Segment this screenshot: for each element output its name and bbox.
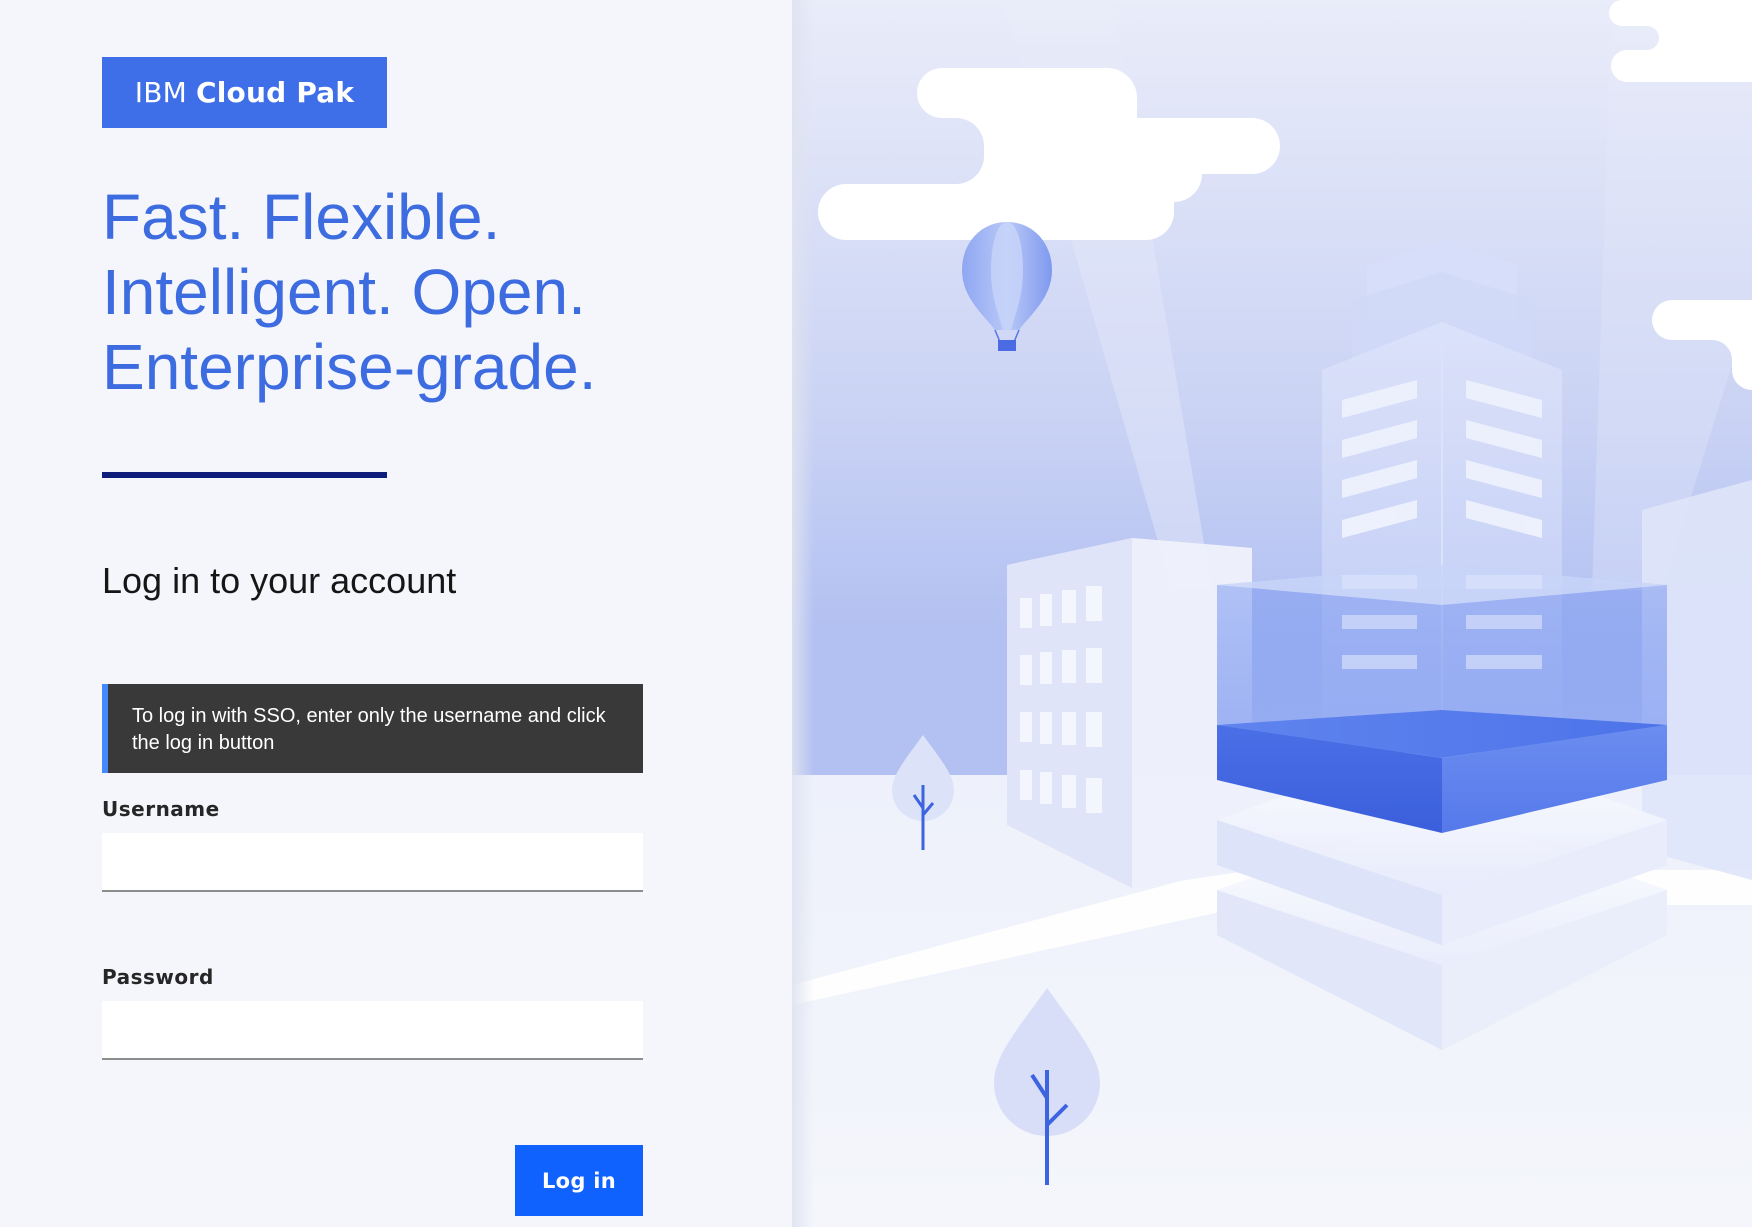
login-button[interactable]: Log in — [515, 1145, 643, 1216]
login-panel: IBM Cloud Pak Fast. Flexible. Intelligen… — [0, 0, 792, 1227]
login-page: IBM Cloud Pak Fast. Flexible. Intelligen… — [0, 0, 1752, 1227]
office-building — [1007, 538, 1252, 888]
panel-edge-shadow — [792, 0, 814, 1227]
sso-notice: To log in with SSO, enter only the usern… — [102, 684, 643, 773]
password-label: Password — [102, 965, 214, 989]
tagline-line: Enterprise-grade. — [102, 331, 597, 403]
hero-illustration — [792, 0, 1752, 1227]
divider-rule — [102, 472, 387, 478]
tagline-line: Fast. Flexible. — [102, 181, 501, 253]
logo-name: Cloud Pak — [196, 76, 355, 109]
tagline: Fast. Flexible. Intelligent. Open. Enter… — [102, 180, 742, 405]
tagline-line: Intelligent. Open. — [102, 256, 586, 328]
username-label: Username — [102, 797, 220, 821]
username-input[interactable] — [102, 833, 643, 892]
ibm-cloud-pak-logo: IBM Cloud Pak — [102, 57, 387, 128]
login-heading: Log in to your account — [102, 560, 457, 601]
logo-prefix: IBM — [134, 76, 188, 109]
password-input[interactable] — [102, 1001, 643, 1060]
